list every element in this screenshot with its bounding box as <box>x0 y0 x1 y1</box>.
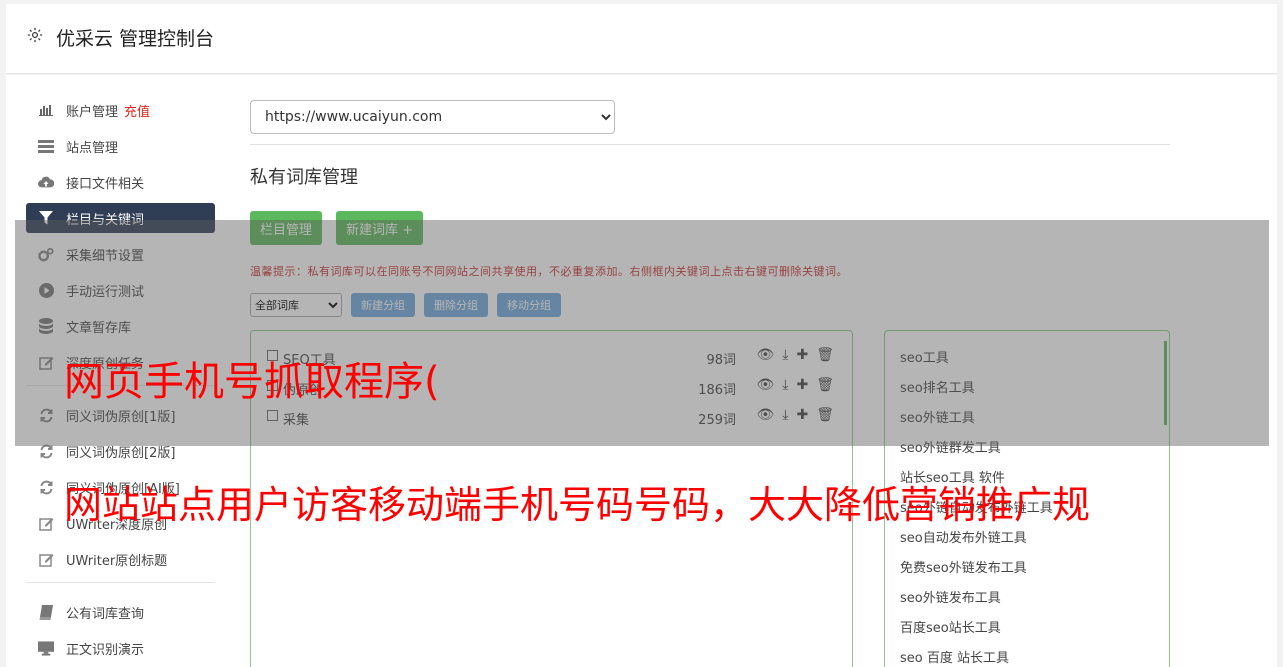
sidebar-item-label: 账户管理 <box>66 104 119 120</box>
sidebar-item-uwriter-title[interactable]: UWriter原创标题 <box>26 544 215 574</box>
sidebar-item-label: 正文识别演示 <box>66 642 145 658</box>
bar-chart-icon <box>38 102 54 118</box>
sidebar-item-label: 接口文件相关 <box>66 176 145 192</box>
edit-icon <box>38 551 54 567</box>
sidebar-item-label: 站点管理 <box>66 140 119 156</box>
server-icon <box>38 138 54 154</box>
sidebar-item-api-files[interactable]: 接口文件相关 <box>26 167 215 197</box>
top-bar: 优采云 管理控制台 <box>6 4 1277 74</box>
sidebar-item-label: UWriter原创标题 <box>66 553 168 569</box>
refresh-icon <box>38 479 54 495</box>
site-select[interactable]: https://www.ucaiyun.com <box>250 100 615 134</box>
sidebar-divider <box>26 582 215 583</box>
monitor-icon <box>38 640 54 656</box>
gear-icon <box>27 27 43 43</box>
sidebar-item-label: 公有词库查询 <box>66 606 145 622</box>
keyword-item[interactable]: seo 百度 站长工具 <box>885 641 1169 667</box>
sidebar-item-account[interactable]: 账户管理 充值 <box>26 95 215 125</box>
sidebar-item-text-demo[interactable]: 正文识别演示 <box>26 633 215 663</box>
divider <box>250 144 1170 145</box>
overlay-banner <box>15 220 1269 446</box>
sidebar-item-sites[interactable]: 站点管理 <box>26 131 215 161</box>
keyword-item[interactable]: 免费seo外链发布工具 <box>885 551 1169 581</box>
recharge-link[interactable]: 充值 <box>124 101 150 120</box>
keyword-item[interactable]: seo外链发布工具 <box>885 581 1169 611</box>
page-title: 私有词库管理 <box>250 167 358 188</box>
edit-icon <box>38 515 54 531</box>
book-icon <box>38 604 54 620</box>
keyword-item[interactable]: 百度seo站长工具 <box>885 611 1169 641</box>
sidebar-item-public-lib[interactable]: 公有词库查询 <box>26 597 215 627</box>
app-title: 优采云 管理控制台 <box>56 28 215 50</box>
cloud-upload-icon <box>38 174 54 190</box>
overlay-ad-line1: 网页手机号抓取程序( <box>64 359 440 405</box>
overlay-ad-line2: 网站站点用户访客移动端手机号码号码，大大降低营销推广规 <box>64 483 1091 527</box>
